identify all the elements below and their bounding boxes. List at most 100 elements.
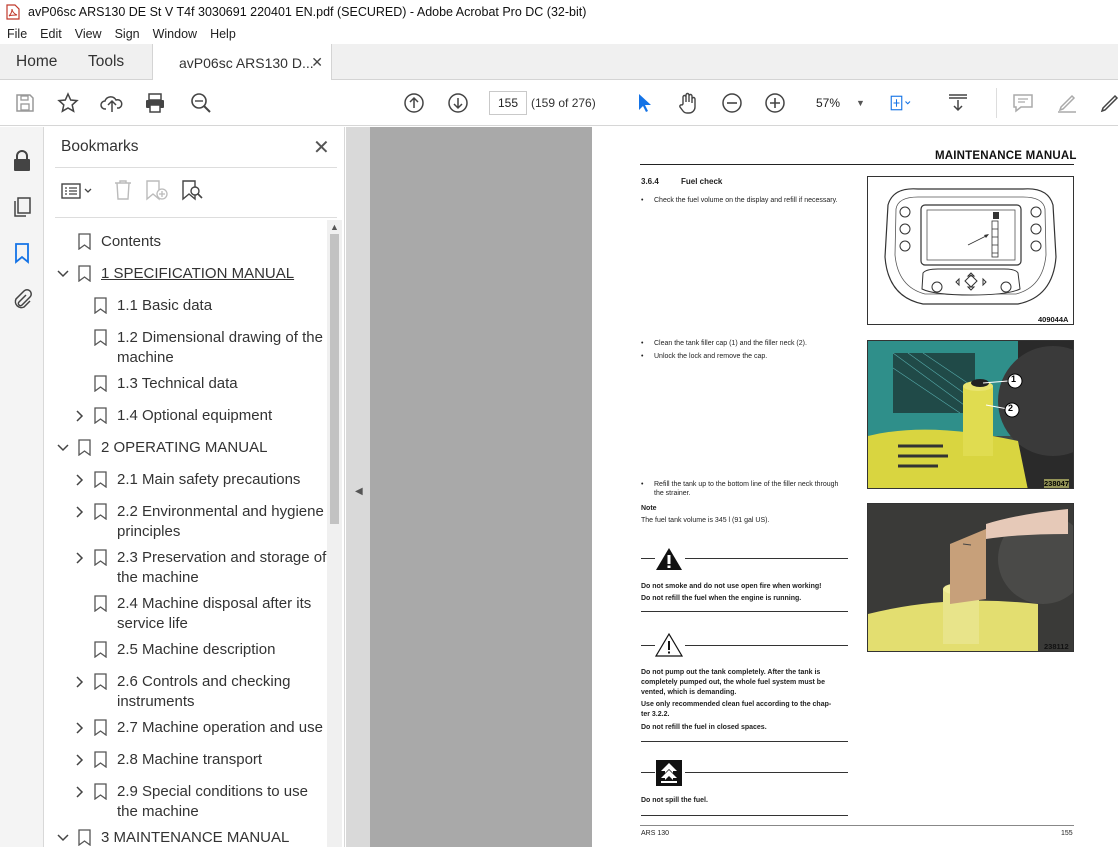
- bookmark-item[interactable]: 2.8 Machine transport: [45, 750, 330, 772]
- scroll-up-icon[interactable]: ▲: [330, 222, 339, 232]
- select-cursor-icon[interactable]: [632, 91, 656, 115]
- attachment-icon[interactable]: [10, 287, 34, 311]
- bookmark-item[interactable]: 2 OPERATING MANUAL: [45, 438, 330, 460]
- zoom-out-icon[interactable]: [720, 91, 744, 115]
- fit-page-icon[interactable]: [889, 91, 913, 115]
- menu-view[interactable]: View: [68, 27, 108, 41]
- bookmark-icon: [78, 233, 91, 251]
- next-page-icon[interactable]: [446, 91, 470, 115]
- zoom-in-icon[interactable]: [763, 91, 787, 115]
- bookmark-item[interactable]: 3 MAINTENANCE MANUAL: [45, 828, 330, 847]
- bookmark-item[interactable]: 1.1 Basic data: [45, 296, 330, 318]
- chevron-down-icon[interactable]: [57, 267, 69, 281]
- draw-pen-icon[interactable]: [1098, 91, 1118, 115]
- warning-triangle-icon: [654, 546, 684, 577]
- paragraph: Clean the tank filler cap (1) and the fi…: [654, 340, 807, 347]
- upload-cloud-icon[interactable]: [100, 91, 124, 115]
- options-menu-icon[interactable]: [61, 181, 95, 206]
- chevron-right-icon[interactable]: [73, 753, 85, 767]
- menu-edit[interactable]: Edit: [33, 27, 68, 41]
- warning-rule: [685, 772, 848, 773]
- window-title: avP06sc ARS130 DE St V T4f 3030691 22040…: [28, 5, 587, 19]
- chevron-right-icon[interactable]: [73, 505, 85, 519]
- chevron-down-icon: ▼: [856, 98, 865, 108]
- bookmark-label: 1 SPECIFICATION MANUAL: [101, 265, 295, 282]
- bookmark-item[interactable]: 1 SPECIFICATION MANUAL: [45, 264, 330, 286]
- bookmark-item[interactable]: 2.1 Main safety precautions: [45, 470, 330, 492]
- header-rule: [640, 164, 1074, 165]
- bookmark-label: 2.3 Preservation and storage of the mach…: [117, 549, 327, 586]
- bookmark-item[interactable]: 2.5 Machine description: [45, 640, 330, 662]
- chevron-right-icon[interactable]: [73, 551, 85, 565]
- menu-help[interactable]: Help: [203, 27, 242, 41]
- scroll-mode-icon[interactable]: [946, 91, 970, 115]
- bookmark-panel-icon[interactable]: [10, 241, 34, 265]
- menu-sign[interactable]: Sign: [108, 27, 146, 41]
- bookmark-item[interactable]: Contents: [45, 232, 330, 254]
- chevron-right-icon[interactable]: [73, 675, 85, 689]
- lock-icon[interactable]: [10, 149, 34, 173]
- pages-icon[interactable]: [10, 195, 34, 219]
- bookmark-icon: [94, 673, 107, 691]
- print-icon[interactable]: [143, 91, 167, 115]
- section-title: Fuel check: [681, 177, 723, 186]
- left-nav-rail: [0, 127, 44, 847]
- highlight-pen-icon[interactable]: [1055, 91, 1079, 115]
- tab-tools[interactable]: Tools: [88, 44, 124, 80]
- bookmarks-scrollbar[interactable]: ▲: [327, 220, 342, 847]
- new-bookmark-icon[interactable]: [145, 179, 169, 206]
- scrollbar-thumb[interactable]: [330, 234, 339, 524]
- bookmark-icon: [94, 503, 107, 521]
- tab-home[interactable]: Home: [16, 44, 57, 80]
- find-zoom-icon[interactable]: [189, 91, 213, 115]
- star-icon[interactable]: [56, 91, 80, 115]
- save-icon[interactable]: [13, 91, 37, 115]
- zoom-select[interactable]: 57% ▼: [806, 91, 868, 115]
- chevron-right-icon[interactable]: [73, 473, 85, 487]
- bookmark-item[interactable]: 2.7 Machine operation and use: [45, 718, 330, 740]
- menu-file[interactable]: File: [0, 27, 33, 41]
- close-tab-icon[interactable]: ✕: [311, 54, 323, 71]
- warning-text: Do not smoke and do not use open fire wh…: [641, 583, 822, 590]
- menu-window[interactable]: Window: [146, 27, 203, 41]
- bookmark-item[interactable]: 1.3 Technical data: [45, 374, 330, 396]
- hand-tool-icon[interactable]: [676, 91, 700, 115]
- environment-icon: [656, 760, 682, 791]
- warning-text: Do not refill the fuel when the engine i…: [641, 595, 802, 602]
- pdf-page: MAINTENANCE MANUAL 3.6.4 Fuel check • Ch…: [592, 127, 1118, 847]
- bookmark-label: 2.2 Environmental and hygiene principles: [117, 503, 324, 540]
- chevron-right-icon[interactable]: [73, 785, 85, 799]
- document-canvas[interactable]: [370, 127, 592, 847]
- page-header: MAINTENANCE MANUAL: [935, 150, 1077, 162]
- find-bookmark-icon[interactable]: [181, 179, 203, 206]
- chevron-right-icon[interactable]: [73, 721, 85, 735]
- collapse-panel-icon[interactable]: ◀: [355, 486, 363, 497]
- comment-icon[interactable]: [1011, 91, 1035, 115]
- chevron-right-icon[interactable]: [73, 409, 85, 423]
- close-panel-icon[interactable]: ✕: [313, 135, 330, 160]
- footer-page-number: 155: [1061, 830, 1073, 837]
- bookmark-item[interactable]: 1.2 Dimensional drawing of the machine: [45, 328, 330, 370]
- bookmark-label: 1.3 Technical data: [117, 375, 238, 392]
- chevron-down-icon[interactable]: [57, 441, 69, 455]
- bookmark-item[interactable]: 2.2 Environmental and hygiene principles: [45, 502, 330, 544]
- bookmark-item[interactable]: 2.9 Special conditions to use the machin…: [45, 782, 330, 824]
- chevron-down-icon[interactable]: [57, 831, 69, 845]
- bookmark-item[interactable]: 2.3 Preservation and storage of the mach…: [45, 548, 330, 590]
- bookmarks-panel: Bookmarks ✕ Contents 1 SPECIFICATION MAN…: [45, 127, 345, 847]
- footer-left: ARS 130: [641, 830, 670, 837]
- bookmark-label: 2.8 Machine transport: [117, 751, 263, 768]
- tab-document[interactable]: avP06sc ARS130 D... ✕: [152, 44, 332, 81]
- caution-triangle-icon: [654, 632, 684, 663]
- delete-bookmark-icon[interactable]: [113, 179, 133, 206]
- page-number-input[interactable]: 155: [489, 91, 527, 115]
- bookmark-item[interactable]: 1.4 Optional equipment: [45, 406, 330, 428]
- bookmark-item[interactable]: 2.4 Machine disposal after its service l…: [45, 594, 330, 636]
- previous-page-icon[interactable]: [402, 91, 426, 115]
- bookmark-list: Contents 1 SPECIFICATION MANUAL 1.1 Basi…: [45, 219, 330, 847]
- zoom-value: 57%: [816, 96, 841, 110]
- bookmark-label: 2 OPERATING MANUAL: [101, 439, 268, 456]
- warning-rule: [641, 741, 848, 742]
- bookmark-icon: [94, 783, 107, 801]
- bookmark-item[interactable]: 2.6 Controls and checking instruments: [45, 672, 330, 714]
